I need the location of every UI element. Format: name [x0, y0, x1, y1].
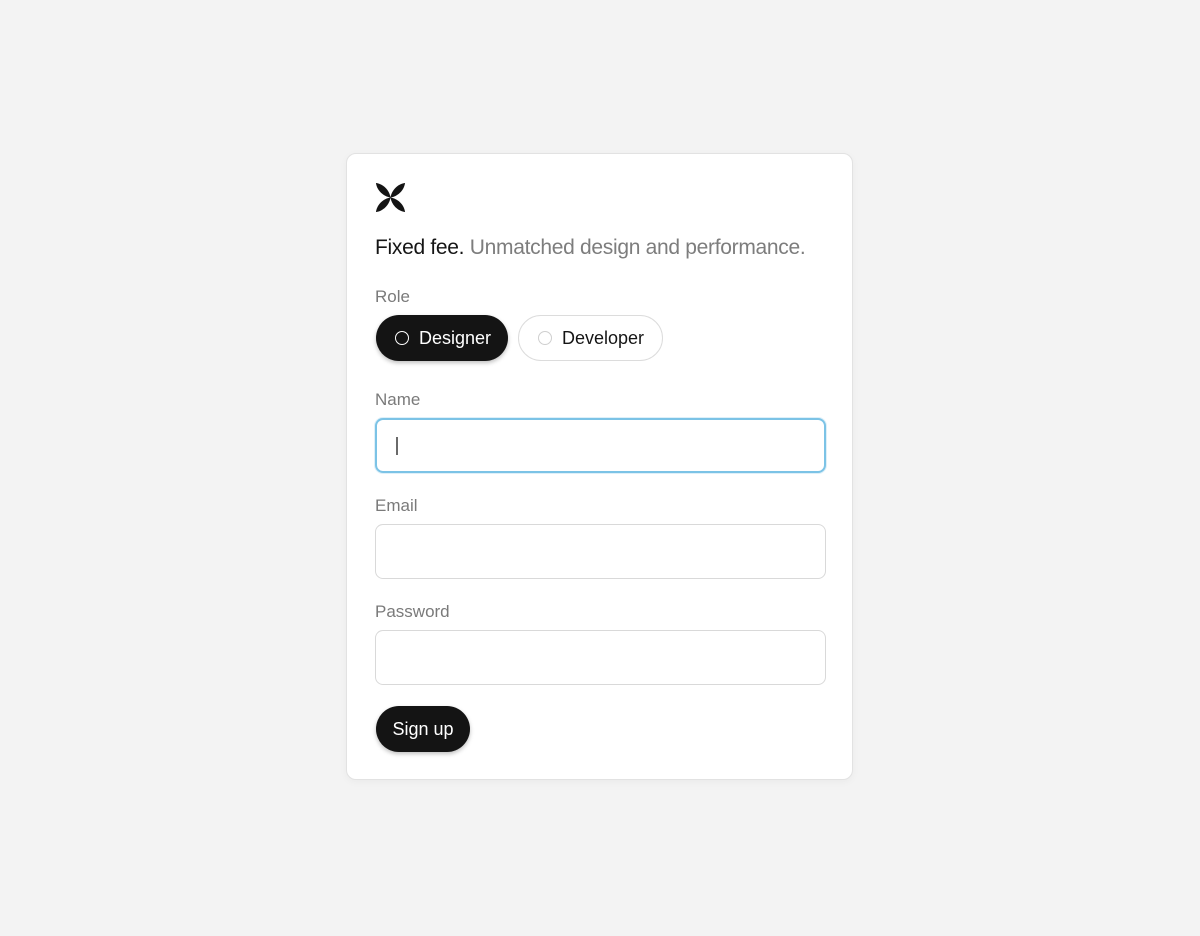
password-label: Password	[375, 602, 450, 621]
email-input[interactable]	[375, 524, 826, 579]
name-label: Name	[375, 390, 421, 409]
role-option-designer[interactable]: Designer	[376, 315, 508, 361]
email-label: Email	[375, 496, 418, 515]
headline: Fixed fee. Unmatched design and performa…	[375, 234, 806, 262]
role-label: Role	[375, 287, 410, 306]
signup-card: Fixed fee. Unmatched design and performa…	[346, 153, 853, 780]
role-option-label: Designer	[419, 327, 492, 348]
four-petal-flower-icon	[375, 182, 406, 213]
headline-muted: Unmatched design and performance.	[469, 236, 806, 259]
headline-strong: Fixed fee.	[375, 236, 465, 259]
sign-up-button[interactable]: Sign up	[376, 706, 470, 752]
password-input[interactable]	[375, 630, 826, 685]
role-option-developer[interactable]: Developer	[518, 315, 663, 361]
name-input[interactable]	[375, 418, 826, 473]
text-caret	[396, 437, 398, 455]
radio-icon	[395, 331, 409, 345]
role-option-label: Developer	[562, 327, 645, 348]
radio-icon	[538, 331, 552, 345]
